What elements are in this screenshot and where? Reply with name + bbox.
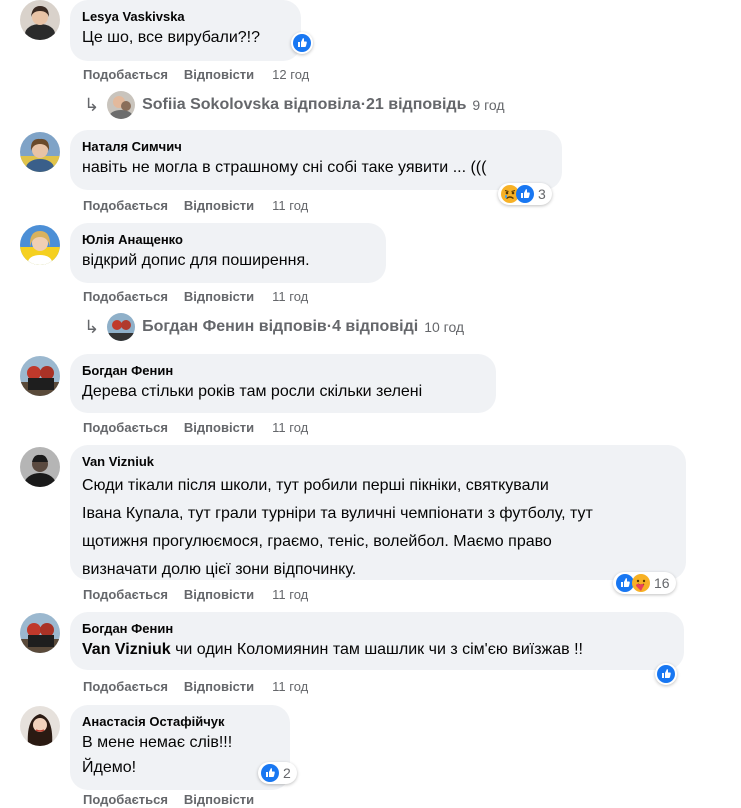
- avatar-bohdan-small: [107, 313, 136, 341]
- comment-time[interactable]: 11 год: [272, 420, 308, 435]
- reaction-summary[interactable]: 2: [258, 762, 297, 784]
- reply-thread-count: 4 відповіді: [332, 318, 419, 335]
- like-button[interactable]: Подобається: [83, 679, 168, 694]
- comment-actions: Подобається Відповісти: [83, 792, 270, 808]
- like-icon: [293, 34, 311, 52]
- avatar-anastasia[interactable]: [20, 706, 60, 746]
- comment-time[interactable]: 11 год: [272, 198, 308, 213]
- comment-bubble: Анастасія Остафійчук В мене немає слів!!…: [70, 705, 290, 790]
- like-button[interactable]: Подобається: [83, 420, 168, 435]
- comment-author[interactable]: Юлія Анащенко: [82, 231, 374, 248]
- reply-button[interactable]: Відповісти: [184, 289, 254, 304]
- comment-text-line-3: щотижня прогулюємося, граємо, теніс, вол…: [82, 533, 552, 550]
- avatar-bohdan[interactable]: [20, 356, 60, 396]
- care-icon: [632, 574, 650, 592]
- comment-text: Це шо, все вирубали?!?: [82, 29, 261, 46]
- comment-text: Дерева стільки років там росли скільки з…: [82, 383, 423, 400]
- comment-text-line-1: В мене немає слів!!!: [82, 734, 233, 751]
- reply-arrow-icon: ↳: [84, 317, 100, 337]
- comment-text-line-1: Сюди тікали після школи, тут робили перш…: [82, 477, 549, 494]
- like-icon: [261, 764, 279, 782]
- comment-actions: Подобається Відповісти 11 год: [83, 198, 308, 214]
- comment-author[interactable]: Наталя Симчич: [82, 138, 550, 155]
- comment-text-line-4: визначати долю цієї зони відпочинку.: [82, 561, 357, 578]
- comment-author[interactable]: Van Vizniuk: [82, 453, 674, 470]
- like-icon: [657, 665, 675, 683]
- comment-author[interactable]: Lesya Vaskivska: [82, 8, 289, 25]
- like-button[interactable]: Подобається: [83, 792, 168, 807]
- reply-thread-name: Sofiia Sokolovska відповіла: [142, 96, 361, 113]
- comment-bubble: Van Vizniuk Сюди тікали після школи, тут…: [70, 445, 686, 580]
- like-button[interactable]: Подобається: [83, 67, 168, 82]
- reply-button[interactable]: Відповісти: [184, 198, 254, 213]
- comment-bubble: Юлія Анащенко відкрий допис для поширенн…: [70, 223, 386, 283]
- avatar-bohdan[interactable]: [20, 613, 60, 653]
- comment-author[interactable]: Анастасія Остафійчук: [82, 713, 278, 730]
- reaction-summary[interactable]: [291, 32, 313, 54]
- reaction-count: 3: [538, 186, 546, 202]
- reply-button[interactable]: Відповісти: [184, 67, 254, 82]
- reaction-count: 2: [283, 765, 291, 781]
- comment-text-line-2: Івана Купала, тут грали турніри та вулич…: [82, 505, 593, 522]
- like-button[interactable]: Подобається: [83, 587, 168, 602]
- comment-text-rest: чи один Коломиянин там шашлик чи з сім'є…: [170, 641, 583, 658]
- reply-thread-time: 9 год: [472, 97, 505, 113]
- comment-bubble: Lesya Vaskivska Це шо, все вирубали?!?: [70, 0, 301, 61]
- view-replies-link[interactable]: ↳ Sofiia Sokolovska відповіла · 21 відпо…: [84, 91, 505, 119]
- mention-link[interactable]: Van Vizniuk: [82, 641, 171, 658]
- reply-thread-name: Богдан Фенин відповів: [142, 318, 327, 335]
- reaction-summary[interactable]: [655, 663, 677, 685]
- view-replies-link[interactable]: ↳ Богдан Фенин відповів · 4 відповіді 10…: [84, 313, 464, 341]
- comment-text: Van Vizniuk чи один Коломиянин там шашли…: [82, 637, 672, 662]
- avatar-lesya[interactable]: [20, 0, 60, 40]
- reply-button[interactable]: Відповісти: [184, 679, 254, 694]
- like-button[interactable]: Подобається: [83, 198, 168, 213]
- comment-author[interactable]: Богдан Фенин: [82, 362, 484, 379]
- comment-bubble: Богдан Фенин Van Vizniuk чи один Коломия…: [70, 612, 684, 670]
- comment-actions: Подобається Відповісти 12 год: [83, 67, 309, 83]
- comment-text: навіть не могла в страшному сні собі так…: [82, 159, 487, 176]
- reply-thread-count: 21 відповідь: [366, 96, 467, 113]
- comment-bubble: Богдан Фенин Дерева стільки років там ро…: [70, 354, 496, 413]
- comment-text: відкрий допис для поширення.: [82, 252, 310, 269]
- reply-thread-time: 10 год: [424, 319, 465, 335]
- reaction-summary[interactable]: 16: [613, 572, 676, 594]
- like-icon: [516, 185, 534, 203]
- comment-text-line-2: Йдемо!: [82, 759, 137, 776]
- reply-arrow-icon: ↳: [84, 95, 100, 115]
- comment-time[interactable]: 11 год: [272, 679, 308, 694]
- comment-actions: Подобається Відповісти 11 год: [83, 420, 308, 436]
- like-button[interactable]: Подобається: [83, 289, 168, 304]
- comment-author[interactable]: Богдан Фенин: [82, 620, 672, 637]
- comment-actions: Подобається Відповісти 11 год: [83, 679, 308, 695]
- comment-time[interactable]: 12 год: [272, 67, 309, 82]
- comment-time[interactable]: 11 год: [272, 289, 308, 304]
- avatar-yulia[interactable]: [20, 225, 60, 265]
- comment-actions: Подобається Відповісти 11 год: [83, 289, 308, 305]
- reply-button[interactable]: Відповісти: [184, 420, 254, 435]
- reaction-count: 16: [654, 575, 670, 591]
- comment-actions: Подобається Відповісти 11 год: [83, 587, 308, 603]
- comment-time[interactable]: 11 год: [272, 587, 308, 602]
- reply-button[interactable]: Відповісти: [184, 587, 254, 602]
- reply-button[interactable]: Відповісти: [184, 792, 254, 807]
- avatar-natalya[interactable]: [20, 132, 60, 172]
- avatar-sofiia: [107, 91, 136, 119]
- avatar-van[interactable]: [20, 447, 60, 487]
- reaction-summary[interactable]: 3: [498, 183, 552, 205]
- comment-bubble: Наталя Симчич навіть не могла в страшном…: [70, 130, 562, 190]
